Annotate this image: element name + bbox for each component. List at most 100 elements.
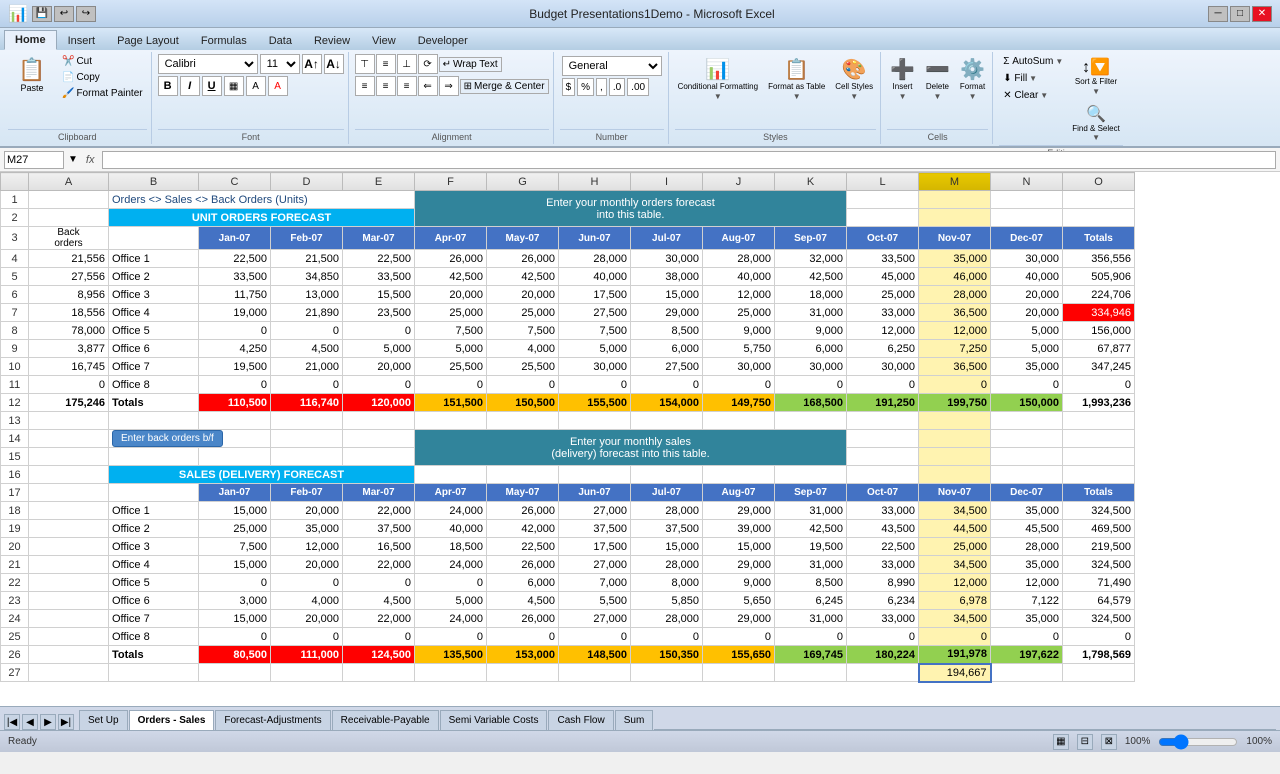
cell-K27[interactable] bbox=[775, 664, 847, 682]
fill-color-button[interactable]: A bbox=[246, 76, 266, 96]
cell-B22[interactable]: Office 5 bbox=[109, 574, 199, 592]
cell-N5[interactable]: 40,000 bbox=[991, 268, 1063, 286]
cell-G17[interactable]: May-07 bbox=[487, 484, 559, 502]
minimize-btn[interactable]: ─ bbox=[1208, 6, 1228, 22]
col-header-G[interactable]: G bbox=[487, 173, 559, 191]
cell-G26[interactable]: 153,000 bbox=[487, 646, 559, 664]
format-painter-button[interactable]: 🖌️ Format Painter bbox=[58, 86, 147, 101]
cell-G16[interactable] bbox=[487, 466, 559, 484]
number-format-select[interactable]: General bbox=[562, 56, 662, 76]
cell-C3[interactable]: Jan-07 bbox=[199, 227, 271, 250]
cell-O12[interactable]: 1,993,236 bbox=[1063, 394, 1135, 412]
increase-decimal-btn[interactable]: .00 bbox=[627, 78, 649, 96]
cell-C23[interactable]: 3,000 bbox=[199, 592, 271, 610]
page-layout-view-btn[interactable]: ⊟ bbox=[1077, 734, 1093, 750]
cell-G21[interactable]: 26,000 bbox=[487, 556, 559, 574]
cell-C15[interactable] bbox=[199, 448, 271, 466]
cell-N20[interactable]: 28,000 bbox=[991, 538, 1063, 556]
cell-N12[interactable]: 150,000 bbox=[991, 394, 1063, 412]
cell-I7[interactable]: 29,000 bbox=[631, 304, 703, 322]
cell-D14[interactable] bbox=[271, 430, 343, 448]
col-header-H[interactable]: H bbox=[559, 173, 631, 191]
cell-A14[interactable] bbox=[29, 430, 109, 448]
row-header-5[interactable]: 5 bbox=[1, 268, 29, 286]
cell-K11[interactable]: 0 bbox=[775, 376, 847, 394]
cell-H13[interactable] bbox=[559, 412, 631, 430]
cell-B8[interactable]: Office 5 bbox=[109, 322, 199, 340]
cell-L18[interactable]: 33,000 bbox=[847, 502, 919, 520]
cell-styles-button[interactable]: 🎨 Cell Styles ▼ bbox=[832, 54, 876, 104]
sheet-tab-semi-variable[interactable]: Semi Variable Costs bbox=[440, 710, 548, 730]
cell-G3[interactable]: May-07 bbox=[487, 227, 559, 250]
text-angle-btn[interactable]: ⟳ bbox=[418, 54, 438, 74]
cell-B19[interactable]: Office 2 bbox=[109, 520, 199, 538]
sheet-tab-forecast[interactable]: Forecast-Adjustments bbox=[215, 710, 330, 730]
row-header-15[interactable]: 15 bbox=[1, 448, 29, 466]
cell-F10[interactable]: 25,500 bbox=[415, 358, 487, 376]
cell-H21[interactable]: 27,000 bbox=[559, 556, 631, 574]
row-header-10[interactable]: 10 bbox=[1, 358, 29, 376]
cell-E9[interactable]: 5,000 bbox=[343, 340, 415, 358]
cell-E25[interactable]: 0 bbox=[343, 628, 415, 646]
zoom-slider[interactable] bbox=[1158, 734, 1238, 750]
cell-H8[interactable]: 7,500 bbox=[559, 322, 631, 340]
cell-K24[interactable]: 31,000 bbox=[775, 610, 847, 628]
row-header-20[interactable]: 20 bbox=[1, 538, 29, 556]
cell-D5[interactable]: 34,850 bbox=[271, 268, 343, 286]
cell-F19[interactable]: 40,000 bbox=[415, 520, 487, 538]
cell-H19[interactable]: 37,500 bbox=[559, 520, 631, 538]
cell-N3[interactable]: Dec-07 bbox=[991, 227, 1063, 250]
cell-E8[interactable]: 0 bbox=[343, 322, 415, 340]
cell-I10[interactable]: 27,500 bbox=[631, 358, 703, 376]
cell-A17[interactable] bbox=[29, 484, 109, 502]
undo-btn[interactable]: ↩ bbox=[54, 6, 74, 22]
tab-last-btn[interactable]: ▶| bbox=[58, 714, 74, 730]
cell-J11[interactable]: 0 bbox=[703, 376, 775, 394]
cell-K21[interactable]: 31,000 bbox=[775, 556, 847, 574]
cell-F27[interactable] bbox=[415, 664, 487, 682]
cell-C20[interactable]: 7,500 bbox=[199, 538, 271, 556]
formula-input[interactable] bbox=[102, 151, 1276, 169]
cell-J17[interactable]: Aug-07 bbox=[703, 484, 775, 502]
cell-C4[interactable]: 22,500 bbox=[199, 250, 271, 268]
cell-G6[interactable]: 20,000 bbox=[487, 286, 559, 304]
cell-N21[interactable]: 35,000 bbox=[991, 556, 1063, 574]
cell-N6[interactable]: 20,000 bbox=[991, 286, 1063, 304]
sheet-tab-orders-sales[interactable]: Orders - Sales bbox=[129, 710, 215, 730]
cell-N9[interactable]: 5,000 bbox=[991, 340, 1063, 358]
cell-A25[interactable] bbox=[29, 628, 109, 646]
cell-E5[interactable]: 33,500 bbox=[343, 268, 415, 286]
cell-C13[interactable] bbox=[199, 412, 271, 430]
cell-D9[interactable]: 4,500 bbox=[271, 340, 343, 358]
cell-A12[interactable]: 175,246 bbox=[29, 394, 109, 412]
cell-L1[interactable] bbox=[847, 191, 919, 209]
cell-C6[interactable]: 11,750 bbox=[199, 286, 271, 304]
cell-J8[interactable]: 9,000 bbox=[703, 322, 775, 340]
increase-indent-btn[interactable]: ⇒ bbox=[439, 76, 459, 96]
cell-L19[interactable]: 43,500 bbox=[847, 520, 919, 538]
cell-H10[interactable]: 30,000 bbox=[559, 358, 631, 376]
cell-F14[interactable]: Enter your monthly sales(delivery) forec… bbox=[415, 430, 847, 466]
cell-O21[interactable]: 324,500 bbox=[1063, 556, 1135, 574]
cell-K3[interactable]: Sep-07 bbox=[775, 227, 847, 250]
cell-F26[interactable]: 135,500 bbox=[415, 646, 487, 664]
cell-D25[interactable]: 0 bbox=[271, 628, 343, 646]
cell-D7[interactable]: 21,890 bbox=[271, 304, 343, 322]
cell-A24[interactable] bbox=[29, 610, 109, 628]
cell-C17[interactable]: Jan-07 bbox=[199, 484, 271, 502]
cell-J3[interactable]: Aug-07 bbox=[703, 227, 775, 250]
cell-J20[interactable]: 15,000 bbox=[703, 538, 775, 556]
cell-J22[interactable]: 9,000 bbox=[703, 574, 775, 592]
cell-H16[interactable] bbox=[559, 466, 631, 484]
cell-A18[interactable] bbox=[29, 502, 109, 520]
cell-J4[interactable]: 28,000 bbox=[703, 250, 775, 268]
cell-L16[interactable] bbox=[847, 466, 919, 484]
cell-D8[interactable]: 0 bbox=[271, 322, 343, 340]
cell-O15[interactable] bbox=[1063, 448, 1135, 466]
cell-K18[interactable]: 31,000 bbox=[775, 502, 847, 520]
cell-K25[interactable]: 0 bbox=[775, 628, 847, 646]
cell-M9[interactable]: 7,250 bbox=[919, 340, 991, 358]
cell-A13[interactable] bbox=[29, 412, 109, 430]
cell-F18[interactable]: 24,000 bbox=[415, 502, 487, 520]
row-header-27[interactable]: 27 bbox=[1, 664, 29, 682]
